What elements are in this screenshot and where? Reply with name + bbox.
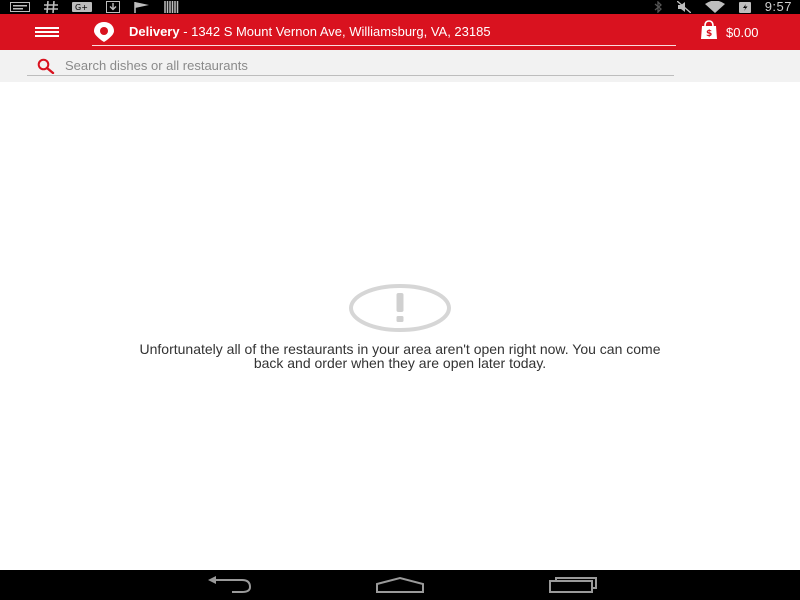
- alert-icon: [349, 283, 451, 333]
- delivery-mode-label: Delivery: [129, 24, 180, 39]
- search-bar: [0, 50, 800, 82]
- hashtag-icon: [44, 1, 58, 13]
- svg-text:G+: G+: [75, 3, 88, 12]
- search-input[interactable]: [65, 56, 665, 74]
- status-bar: G+ 9:57: [0, 0, 800, 14]
- delivery-address-text: Delivery - 1342 S Mount Vernon Ave, Will…: [129, 24, 491, 39]
- clock: 9:57: [764, 0, 792, 14]
- svg-text:$: $: [706, 29, 712, 39]
- message-line-1: Unfortunately all of the restaurants in …: [139, 341, 661, 357]
- message-icon: [10, 1, 30, 13]
- home-icon: [376, 576, 424, 593]
- status-bar-notifications: G+: [10, 0, 180, 14]
- hamburger-menu-icon: [35, 27, 59, 37]
- address-label: - 1342 S Mount Vernon Ave, Williamsburg,…: [183, 24, 491, 39]
- back-icon: [208, 576, 252, 593]
- battery-icon: [738, 1, 751, 13]
- location-pin-icon: [92, 21, 118, 43]
- cart-total: $0.00: [726, 24, 759, 40]
- flag-icon: [134, 1, 150, 13]
- barcode-icon: [164, 1, 180, 13]
- home-button[interactable]: [375, 576, 425, 594]
- download-icon: [106, 1, 120, 13]
- cart-button[interactable]: $ $0.00: [700, 19, 759, 45]
- recents-icon: [549, 577, 597, 593]
- restaurants-closed-message: Unfortunately all of the restaurants in …: [0, 342, 800, 370]
- status-bar-system: 9:57: [653, 0, 792, 14]
- back-button[interactable]: [204, 576, 254, 594]
- search-icon: [37, 58, 55, 75]
- recents-button[interactable]: [548, 576, 598, 594]
- menu-button[interactable]: [30, 22, 64, 42]
- search-field[interactable]: [27, 54, 674, 76]
- message-line-2: back and order when they are open later …: [253, 355, 547, 371]
- shopping-bag-icon: $: [700, 19, 718, 45]
- bluetooth-icon: [653, 1, 663, 13]
- navigation-bar: [0, 570, 800, 600]
- google-plus-icon: G+: [72, 1, 92, 13]
- wifi-icon: [704, 1, 725, 13]
- app-bar: Delivery - 1342 S Mount Vernon Ave, Will…: [0, 14, 800, 50]
- mute-icon: [676, 1, 691, 13]
- delivery-address-selector[interactable]: Delivery - 1342 S Mount Vernon Ave, Will…: [92, 18, 676, 46]
